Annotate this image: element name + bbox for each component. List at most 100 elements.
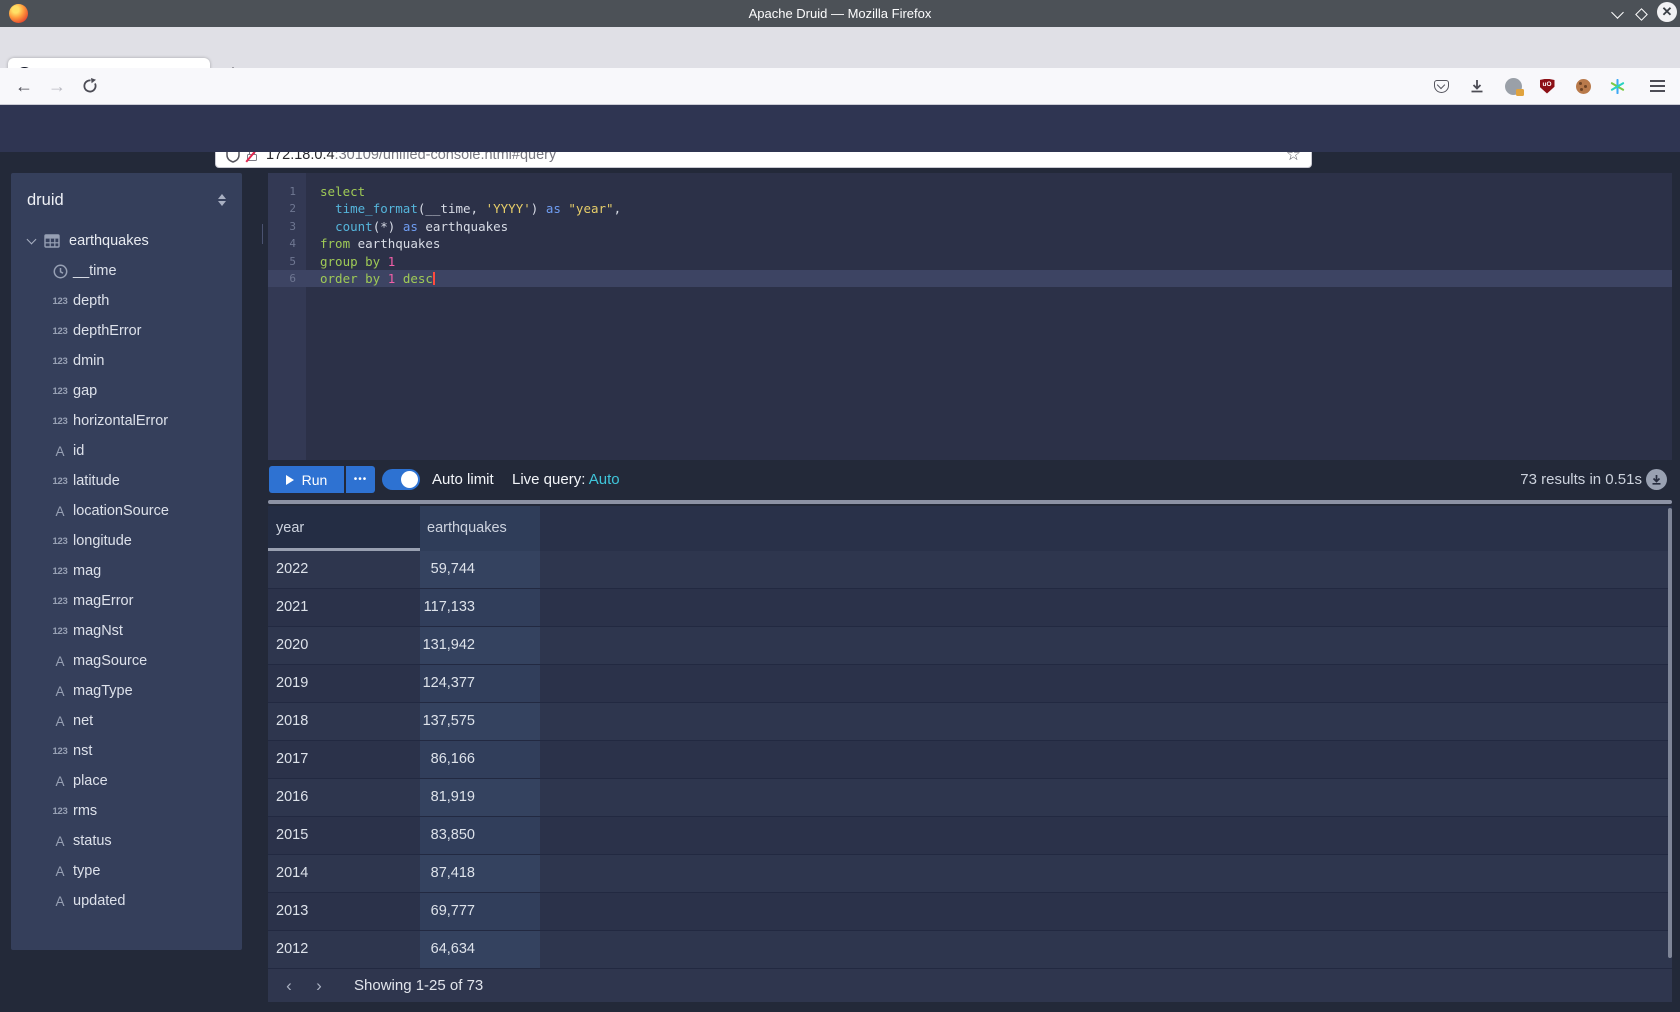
- column-name: magError: [73, 593, 133, 609]
- cell-earthquakes[interactable]: 69,777: [420, 893, 540, 930]
- sidebar-column-nst[interactable]: 123nst: [11, 736, 242, 766]
- window-minimize-icon[interactable]: [1606, 5, 1628, 23]
- line-number: 3: [268, 218, 306, 235]
- line-number: 2: [268, 200, 306, 217]
- pocket-icon[interactable]: [1427, 68, 1455, 104]
- cell-earthquakes[interactable]: 59,744: [420, 551, 540, 588]
- sidebar-table-earthquakes[interactable]: earthquakes: [11, 226, 242, 256]
- sidebar-column-latitude[interactable]: 123latitude: [11, 466, 242, 496]
- next-page-icon[interactable]: ›: [304, 976, 334, 996]
- sidebar-column-updated[interactable]: Aupdated: [11, 886, 242, 916]
- editor-line: 1select: [268, 183, 1672, 200]
- cell-year[interactable]: 2016: [268, 779, 420, 816]
- cell-year[interactable]: 2020: [268, 627, 420, 664]
- sidebar-column-status[interactable]: Astatus: [11, 826, 242, 856]
- window-maximize-icon[interactable]: [1630, 5, 1652, 23]
- table-row: 2020131,942: [268, 627, 1672, 665]
- number-type-icon: 123: [47, 596, 73, 607]
- column-header-year[interactable]: year: [268, 506, 420, 551]
- sidebar-column-depth[interactable]: 123depth: [11, 286, 242, 316]
- cell-earthquakes[interactable]: 117,133: [420, 589, 540, 626]
- schema-sidebar: druid earthquakes __time 123depth 123dep…: [11, 173, 242, 950]
- window-titlebar: Apache Druid — Mozilla Firefox ✕: [0, 0, 1680, 27]
- sidebar-column-dmin[interactable]: 123dmin: [11, 346, 242, 376]
- sidebar-column-depthError[interactable]: 123depthError: [11, 316, 242, 346]
- tab-strip: Apache Druid × +: [0, 27, 1680, 68]
- run-button[interactable]: Run: [269, 466, 344, 493]
- download-results-icon[interactable]: [1646, 469, 1667, 490]
- prev-page-icon[interactable]: ‹: [274, 976, 304, 996]
- number-type-icon: 123: [47, 566, 73, 577]
- sidebar-column-id[interactable]: Aid: [11, 436, 242, 466]
- number-type-icon: 123: [47, 386, 73, 397]
- sort-toggle-icon[interactable]: [218, 194, 226, 206]
- multi-account-icon[interactable]: [1603, 68, 1631, 104]
- cell-year[interactable]: 2013: [268, 893, 420, 930]
- auto-limit-label: Auto limit: [432, 466, 494, 493]
- downloads-icon[interactable]: [1463, 68, 1491, 104]
- cell-year[interactable]: 2021: [268, 589, 420, 626]
- sidebar-column-locationSource[interactable]: AlocationSource: [11, 496, 242, 526]
- table-row: 201681,919: [268, 779, 1672, 817]
- extension-lock-icon[interactable]: [1499, 68, 1527, 104]
- horizontal-scrollbar[interactable]: [268, 500, 1672, 504]
- sidebar-column-gap[interactable]: 123gap: [11, 376, 242, 406]
- cell-year[interactable]: 2014: [268, 855, 420, 892]
- sidebar-column-net[interactable]: Anet: [11, 706, 242, 736]
- string-type-icon: A: [47, 834, 73, 849]
- number-type-icon: 123: [47, 356, 73, 367]
- run-more-button[interactable]: •••: [346, 466, 375, 493]
- sidebar-column-type[interactable]: Atype: [11, 856, 242, 886]
- cell-year[interactable]: 2017: [268, 741, 420, 778]
- cell-earthquakes[interactable]: 83,850: [420, 817, 540, 854]
- sidebar-column-magNst[interactable]: 123magNst: [11, 616, 242, 646]
- sidebar-column-place[interactable]: Aplace: [11, 766, 242, 796]
- sidebar-column-longitude[interactable]: 123longitude: [11, 526, 242, 556]
- table-row: 201369,777: [268, 893, 1672, 931]
- results-summary: 73 results in 0.51s: [1400, 466, 1642, 493]
- auto-limit-toggle[interactable]: [382, 469, 420, 490]
- cell-year[interactable]: 2019: [268, 665, 420, 702]
- sidebar-column-__time[interactable]: __time: [11, 256, 242, 286]
- cell-earthquakes[interactable]: 131,942: [420, 627, 540, 664]
- column-name: status: [73, 833, 112, 849]
- cell-earthquakes[interactable]: 86,166: [420, 741, 540, 778]
- forward-button[interactable]: →: [43, 68, 71, 104]
- cell-year[interactable]: 2022: [268, 551, 420, 588]
- window-title: Apache Druid — Mozilla Firefox: [0, 0, 1680, 27]
- back-button[interactable]: ←: [10, 68, 38, 104]
- cell-earthquakes[interactable]: 87,418: [420, 855, 540, 892]
- live-query-value[interactable]: Auto: [589, 471, 620, 488]
- editor-line: 5group by 1: [268, 253, 1672, 270]
- cell-year[interactable]: 2018: [268, 703, 420, 740]
- cell-earthquakes[interactable]: 64,634: [420, 931, 540, 968]
- cell-year[interactable]: 2015: [268, 817, 420, 854]
- sidebar-column-horizontalError[interactable]: 123horizontalError: [11, 406, 242, 436]
- reload-button[interactable]: [76, 68, 104, 104]
- menu-hamburger-icon[interactable]: [1643, 68, 1671, 104]
- cell-earthquakes[interactable]: 124,377: [420, 665, 540, 702]
- play-icon: [286, 475, 294, 485]
- column-header-earthquakes[interactable]: earthquakes: [420, 506, 540, 551]
- cell-year[interactable]: 2012: [268, 931, 420, 968]
- table-row: 2018137,575: [268, 703, 1672, 741]
- sidebar-column-magError[interactable]: 123magError: [11, 586, 242, 616]
- sidebar-column-rms[interactable]: 123rms: [11, 796, 242, 826]
- cell-earthquakes[interactable]: 81,919: [420, 779, 540, 816]
- sidebar-column-mag[interactable]: 123mag: [11, 556, 242, 586]
- vertical-scrollbar[interactable]: [1668, 508, 1672, 958]
- sql-editor[interactable]: 1select 2 time_format(__time, 'YYYY') as…: [268, 173, 1672, 460]
- cell-earthquakes[interactable]: 137,575: [420, 703, 540, 740]
- results-table-header: year earthquakes: [268, 506, 1672, 551]
- column-name: magSource: [73, 653, 147, 669]
- chevron-down-icon[interactable]: [27, 234, 37, 244]
- editor-line: 4from earthquakes: [268, 235, 1672, 252]
- sidebar-column-magSource[interactable]: AmagSource: [11, 646, 242, 676]
- ublock-origin-icon[interactable]: uO: [1533, 68, 1561, 104]
- column-name: magNst: [73, 623, 123, 639]
- window-close-icon[interactable]: ✕: [1656, 3, 1678, 21]
- cookie-extension-icon[interactable]: [1569, 68, 1597, 104]
- live-query-control[interactable]: Live query: Auto: [512, 466, 620, 493]
- string-type-icon: A: [47, 774, 73, 789]
- sidebar-column-magType[interactable]: AmagType: [11, 676, 242, 706]
